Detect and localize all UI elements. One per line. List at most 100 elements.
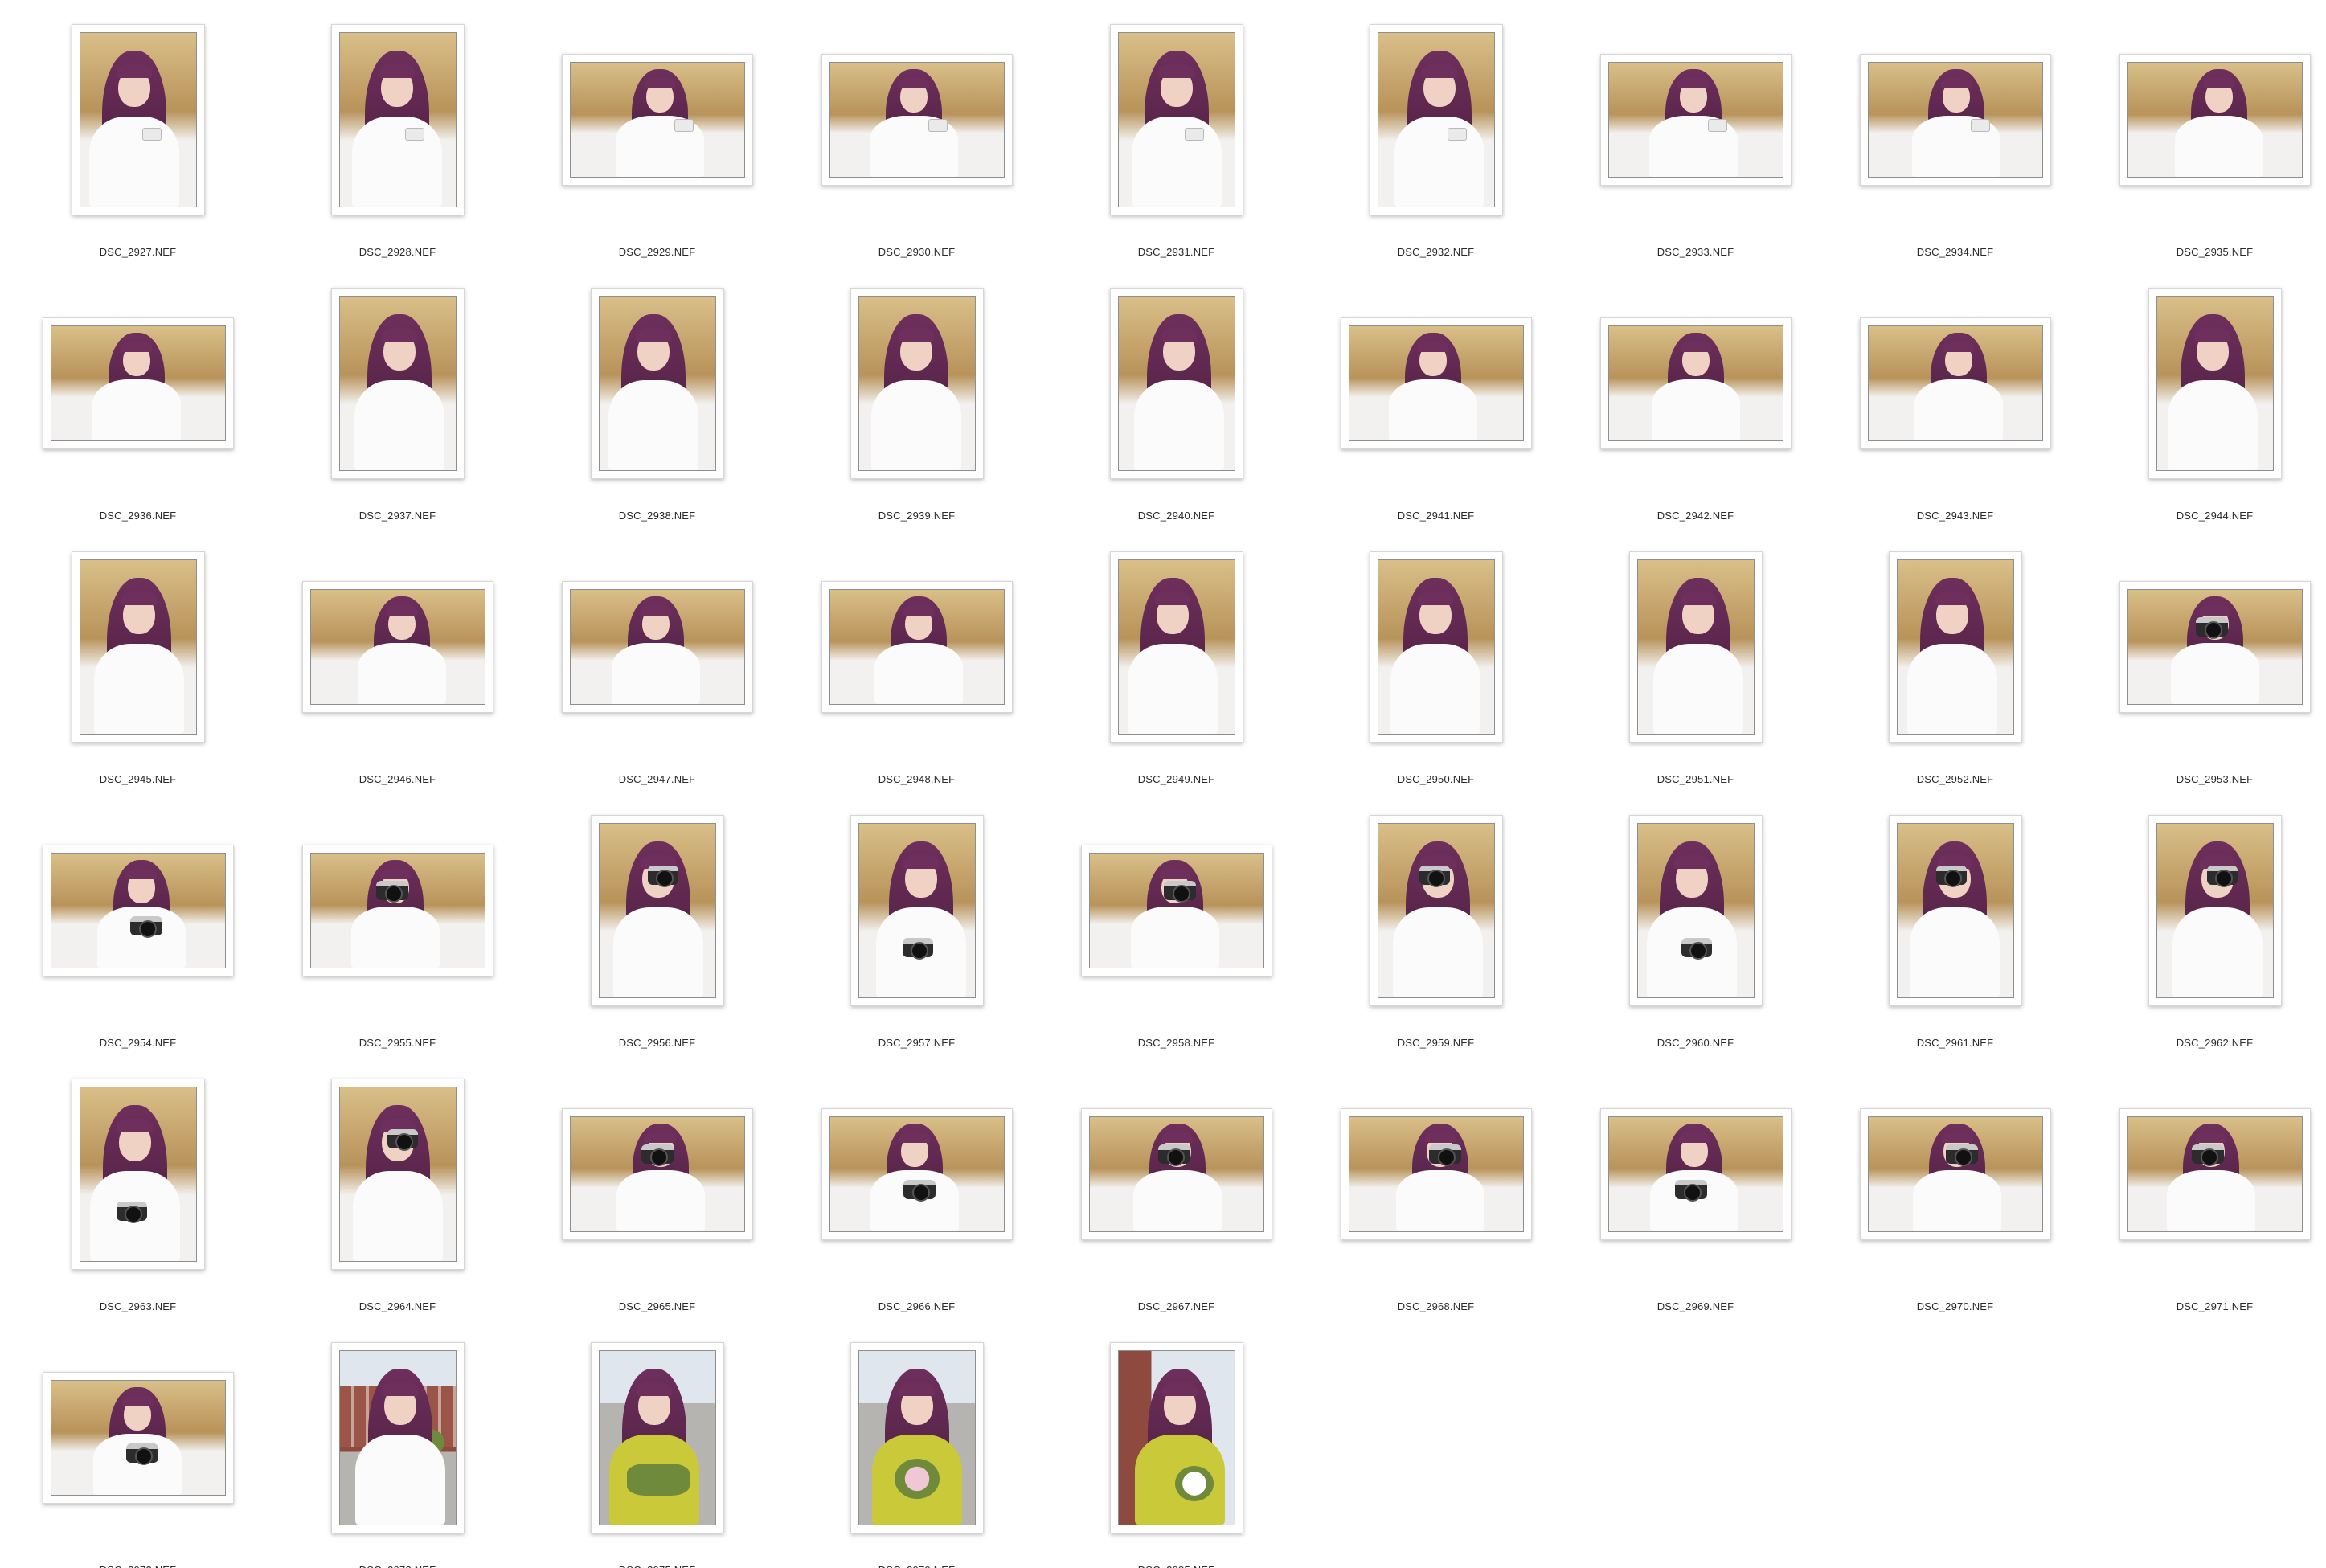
file-name-label[interactable]: DSC_2957.NEF: [787, 1037, 1046, 1049]
file-name-label[interactable]: DSC_2964.NEF: [268, 1300, 527, 1312]
file-name-label[interactable]: DSC_2958.NEF: [1046, 1037, 1306, 1049]
file-name-label[interactable]: DSC_2933.NEF: [1566, 246, 1825, 258]
file-name-label[interactable]: DSC_2967.NEF: [1046, 1300, 1306, 1312]
file-name-label[interactable]: DSC_2928.NEF: [268, 246, 527, 258]
file-item[interactable]: DSC_2972.NEF: [8, 1333, 268, 1568]
file-name-label[interactable]: DSC_2935.NEF: [2085, 246, 2326, 258]
file-item[interactable]: DSC_2973.NEF: [268, 1333, 527, 1568]
file-item[interactable]: DSC_2954.NEF: [8, 805, 268, 1069]
image-thumbnail[interactable]: [71, 1079, 205, 1270]
file-name-label[interactable]: DSC_2951.NEF: [1566, 773, 1825, 785]
file-item[interactable]: DSC_2941.NEF: [1306, 278, 1566, 542]
file-item[interactable]: DSC_2945.NEF: [8, 542, 268, 805]
file-name-label[interactable]: DSC_2971.NEF: [2085, 1300, 2326, 1312]
file-item[interactable]: DSC_2961.NEF: [1825, 805, 2085, 1069]
image-thumbnail[interactable]: [330, 24, 465, 215]
image-thumbnail[interactable]: [1628, 551, 1763, 743]
file-name-label[interactable]: DSC_2947.NEF: [527, 773, 787, 785]
file-name-label[interactable]: DSC_2968.NEF: [1306, 1300, 1566, 1312]
image-thumbnail[interactable]: [1859, 54, 2051, 186]
image-thumbnail[interactable]: [330, 288, 465, 479]
image-thumbnail[interactable]: [2148, 815, 2282, 1006]
image-thumbnail[interactable]: [590, 815, 724, 1006]
file-name-label[interactable]: DSC_2959.NEF: [1306, 1037, 1566, 1049]
file-name-label[interactable]: DSC_2966.NEF: [787, 1300, 1046, 1312]
image-thumbnail[interactable]: [1109, 1342, 1243, 1533]
image-thumbnail[interactable]: [330, 1342, 465, 1533]
file-item[interactable]: DSC_2949.NEF: [1046, 542, 1306, 805]
file-item[interactable]: DSC_2946.NEF: [268, 542, 527, 805]
file-item[interactable]: DSC_2970.NEF: [1825, 1069, 2085, 1333]
file-item[interactable]: DSC_2947.NEF: [527, 542, 787, 805]
file-item[interactable]: DSC_2969.NEF: [1566, 1069, 1825, 1333]
file-item[interactable]: DSC_2944.NEF: [2085, 278, 2326, 542]
file-item[interactable]: DSC_2958.NEF: [1046, 805, 1306, 1069]
file-name-label[interactable]: DSC_2936.NEF: [8, 510, 268, 522]
file-item[interactable]: DSC_2932.NEF: [1306, 14, 1566, 278]
image-thumbnail[interactable]: [1599, 54, 1792, 186]
image-thumbnail[interactable]: [850, 815, 984, 1006]
file-name-label[interactable]: DSC_2934.NEF: [1825, 246, 2085, 258]
file-item[interactable]: DSC_2965.NEF: [527, 1069, 787, 1333]
file-name-label[interactable]: DSC_2944.NEF: [2085, 510, 2326, 522]
image-thumbnail[interactable]: [1109, 551, 1243, 743]
image-thumbnail[interactable]: [42, 1372, 234, 1504]
file-name-label[interactable]: DSC_2941.NEF: [1306, 510, 1566, 522]
image-thumbnail[interactable]: [821, 581, 1013, 713]
file-name-label[interactable]: DSC_2931.NEF: [1046, 246, 1306, 258]
file-name-label[interactable]: DSC_2970.NEF: [1825, 1300, 2085, 1312]
file-name-label[interactable]: DSC_2960.NEF: [1566, 1037, 1825, 1049]
image-thumbnail[interactable]: [1080, 845, 1272, 976]
image-thumbnail[interactable]: [1599, 1108, 1792, 1240]
file-name-label[interactable]: DSC_2985.NEF: [1046, 1564, 1306, 1568]
image-thumbnail[interactable]: [1109, 24, 1243, 215]
image-thumbnail[interactable]: [1369, 551, 1503, 743]
image-thumbnail[interactable]: [2148, 288, 2282, 479]
image-thumbnail[interactable]: [42, 317, 234, 449]
image-thumbnail[interactable]: [1859, 1108, 2051, 1240]
file-name-label[interactable]: DSC_2975.NEF: [527, 1564, 787, 1568]
file-item[interactable]: DSC_2953.NEF: [2085, 542, 2326, 805]
file-name-label[interactable]: DSC_2954.NEF: [8, 1037, 268, 1049]
file-name-label[interactable]: DSC_2939.NEF: [787, 510, 1046, 522]
file-item[interactable]: DSC_2971.NEF: [2085, 1069, 2326, 1333]
file-name-label[interactable]: DSC_2953.NEF: [2085, 773, 2326, 785]
image-thumbnail[interactable]: [1080, 1108, 1272, 1240]
image-thumbnail[interactable]: [1888, 551, 2022, 743]
file-item[interactable]: DSC_2933.NEF: [1566, 14, 1825, 278]
file-item[interactable]: DSC_2952.NEF: [1825, 542, 2085, 805]
image-thumbnail[interactable]: [1599, 317, 1792, 449]
file-name-label[interactable]: DSC_2927.NEF: [8, 246, 268, 258]
image-thumbnail[interactable]: [850, 288, 984, 479]
image-thumbnail[interactable]: [1109, 288, 1243, 479]
file-item[interactable]: DSC_2957.NEF: [787, 805, 1046, 1069]
file-name-label[interactable]: DSC_2956.NEF: [527, 1037, 787, 1049]
image-thumbnail[interactable]: [850, 1342, 984, 1533]
file-name-label[interactable]: DSC_2942.NEF: [1566, 510, 1825, 522]
file-name-label[interactable]: DSC_2952.NEF: [1825, 773, 2085, 785]
file-item[interactable]: DSC_2938.NEF: [527, 278, 787, 542]
file-item[interactable]: DSC_2939.NEF: [787, 278, 1046, 542]
image-thumbnail[interactable]: [561, 581, 753, 713]
file-name-label[interactable]: DSC_2932.NEF: [1306, 246, 1566, 258]
file-item[interactable]: DSC_2956.NEF: [527, 805, 787, 1069]
file-name-label[interactable]: DSC_2937.NEF: [268, 510, 527, 522]
file-item[interactable]: DSC_2936.NEF: [8, 278, 268, 542]
file-item[interactable]: DSC_2967.NEF: [1046, 1069, 1306, 1333]
file-item[interactable]: DSC_2979.NEF: [787, 1333, 1046, 1568]
file-name-label[interactable]: DSC_2950.NEF: [1306, 773, 1566, 785]
file-name-label[interactable]: DSC_2969.NEF: [1566, 1300, 1825, 1312]
file-item[interactable]: DSC_2929.NEF: [527, 14, 787, 278]
file-item[interactable]: DSC_2948.NEF: [787, 542, 1046, 805]
file-item[interactable]: DSC_2930.NEF: [787, 14, 1046, 278]
file-name-label[interactable]: DSC_2945.NEF: [8, 773, 268, 785]
file-item[interactable]: DSC_2950.NEF: [1306, 542, 1566, 805]
image-thumbnail[interactable]: [42, 845, 234, 976]
image-thumbnail[interactable]: [821, 54, 1013, 186]
file-item[interactable]: DSC_2963.NEF: [8, 1069, 268, 1333]
image-thumbnail[interactable]: [301, 581, 493, 713]
file-name-label[interactable]: DSC_2963.NEF: [8, 1300, 268, 1312]
file-item[interactable]: DSC_2937.NEF: [268, 278, 527, 542]
image-thumbnail[interactable]: [1369, 24, 1503, 215]
image-thumbnail[interactable]: [561, 1108, 753, 1240]
